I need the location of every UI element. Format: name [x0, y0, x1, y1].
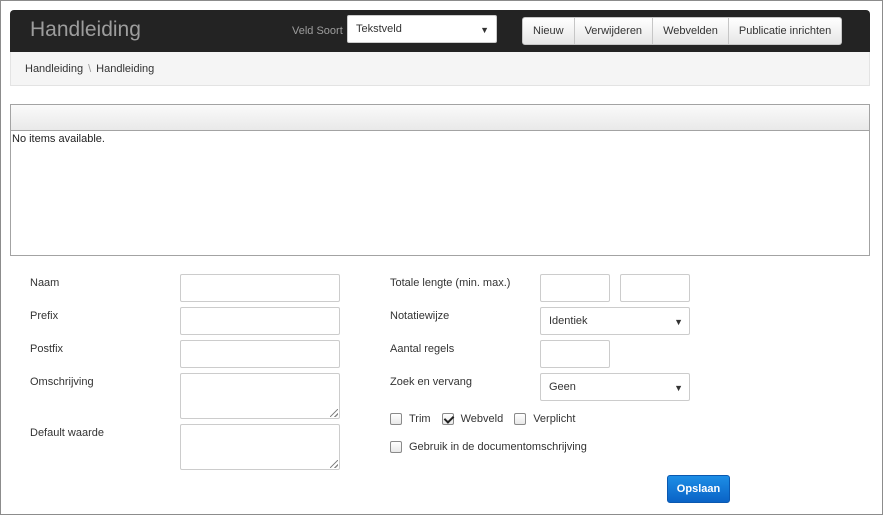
aantal-regels-input[interactable] — [540, 340, 610, 368]
prefix-input[interactable] — [180, 307, 340, 335]
items-grid: No items available. — [10, 104, 870, 256]
breadcrumb: Handleiding \ Handleiding — [10, 52, 870, 86]
caret-down-icon: ▼ — [674, 383, 683, 393]
notatiewijze-select[interactable]: Identiek ▼ — [540, 307, 690, 335]
postfix-label: Postfix — [30, 343, 64, 355]
postfix-input[interactable] — [180, 340, 340, 368]
caret-down-icon: ▼ — [674, 317, 683, 327]
toolbar-button-group: Nieuw Verwijderen Webvelden Publicatie i… — [522, 17, 843, 45]
webveld-checkbox[interactable] — [441, 413, 454, 425]
trim-label: Trim — [409, 413, 431, 425]
gebruik-checkbox[interactable] — [390, 441, 402, 453]
webveld-label: Webveld — [460, 413, 504, 425]
grid-header — [11, 105, 869, 131]
save-button[interactable]: Opslaan — [667, 475, 730, 503]
nieuw-button[interactable]: Nieuw — [522, 17, 575, 45]
naam-input[interactable] — [180, 274, 340, 302]
lengte-min-input[interactable] — [540, 274, 610, 302]
resize-grip-icon[interactable] — [330, 460, 338, 468]
trim-option[interactable]: Trim — [390, 413, 431, 425]
top-navbar: Handleiding Veld Soort Tekstveld ▼ Nieuw… — [10, 10, 870, 52]
verplicht-label: Verplicht — [533, 413, 576, 425]
publicatie-inrichten-button[interactable]: Publicatie inrichten — [728, 17, 843, 45]
webvelden-button[interactable]: Webvelden — [653, 17, 729, 45]
gebruik-label: Gebruik in de documentomschrijving — [409, 441, 587, 453]
totale-lengte-label: Totale lengte (min. max.) — [390, 277, 511, 289]
verplicht-checkbox[interactable] — [514, 413, 527, 425]
default-waarde-textarea[interactable] — [180, 424, 340, 470]
zoek-vervang-label: Zoek en vervang — [390, 376, 472, 388]
app-window: Handleiding Veld Soort Tekstveld ▼ Nieuw… — [0, 0, 883, 515]
default-waarde-label: Default waarde — [30, 427, 104, 439]
aantal-regels-label: Aantal regels — [390, 343, 455, 355]
gebruik-option[interactable]: Gebruik in de documentomschrijving — [390, 441, 587, 453]
omschrijving-textarea[interactable] — [180, 373, 340, 419]
zoek-vervang-value: Geen — [549, 381, 576, 393]
resize-grip-icon[interactable] — [330, 409, 338, 417]
veld-soort-label: Veld Soort — [292, 25, 343, 37]
veld-soort-value: Tekstveld — [356, 23, 402, 35]
notatiewijze-label: Notatiewijze — [390, 310, 450, 322]
breadcrumb-separator: \ — [88, 63, 92, 75]
veld-soort-select[interactable]: Tekstveld ▼ — [347, 15, 497, 43]
breadcrumb-item[interactable]: Handleiding — [96, 63, 154, 75]
verplicht-option[interactable]: Verplicht — [514, 413, 575, 425]
caret-down-icon: ▼ — [480, 25, 489, 35]
omschrijving-label: Omschrijving — [30, 376, 94, 388]
webveld-option[interactable]: Webveld — [441, 413, 504, 425]
trim-checkbox[interactable] — [390, 413, 402, 425]
naam-label: Naam — [30, 277, 60, 289]
grid-empty-message: No items available. — [12, 133, 105, 145]
app-title: Handleiding — [30, 18, 141, 41]
prefix-label: Prefix — [30, 310, 59, 322]
options-checkbox-row: Trim Webveld Verplicht — [390, 413, 586, 425]
zoek-vervang-select[interactable]: Geen ▼ — [540, 373, 690, 401]
verwijderen-button[interactable]: Verwijderen — [574, 17, 654, 45]
notatiewijze-value: Identiek — [549, 315, 588, 327]
breadcrumb-item[interactable]: Handleiding — [25, 63, 83, 75]
lengte-max-input[interactable] — [620, 274, 690, 302]
